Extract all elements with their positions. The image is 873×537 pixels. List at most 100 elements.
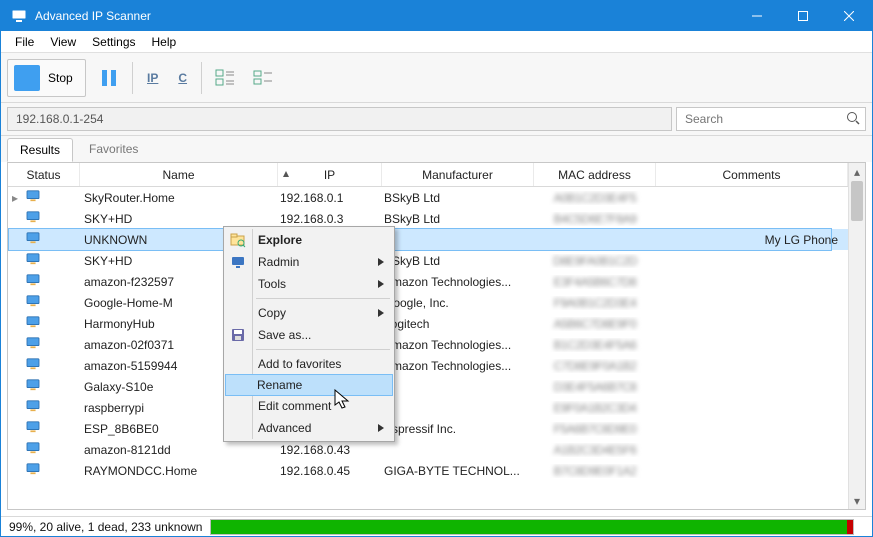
window-title: Advanced IP Scanner [35,9,734,23]
table-row[interactable]: amazon-02f0371192.168.0.16Amazon Technol… [8,334,848,355]
ctx-rename[interactable]: Rename [225,374,393,396]
col-mac[interactable]: MAC address [534,163,656,186]
cell-mac: E3F4A5B6C7D8 [534,275,656,289]
ctx-save-as[interactable]: Save as... [226,324,392,346]
menu-file[interactable]: File [7,33,42,51]
cell-manufacturer: BSkyB Ltd [382,212,534,226]
cell-name: SkyRouter.Home [80,191,278,205]
maximize-button[interactable] [780,1,826,31]
save-icon [230,327,246,343]
address-row [1,103,872,136]
table-row[interactable]: SKY+HD192.168.0.11BSkyB LtdD8E9FA0B1C2D [8,250,848,271]
cell-mac: D8E9FA0B1C2D [534,254,656,268]
status-bar: 99%, 20 alive, 1 dead, 233 unknown [1,516,872,536]
pause-button[interactable] [94,61,124,95]
device-icon [26,400,40,415]
toolbar: Stop IP C [1,53,872,103]
table-row[interactable]: ESP_8B6BE0192.168.0.42Espressif Inc.F5A6… [8,418,848,439]
minimize-button[interactable] [734,1,780,31]
search-input[interactable] [676,107,866,131]
scan-button-label: Stop [48,71,73,85]
cell-manufacturer: BSkyB Ltd [382,254,534,268]
scroll-down-icon[interactable]: ▾ [849,492,865,509]
ctx-tools[interactable]: Tools [226,273,392,295]
ctx-separator [256,298,390,299]
toolbar-separator [132,62,133,94]
ctx-copy[interactable]: Copy [226,302,392,324]
vertical-scrollbar[interactable]: ▴ ▾ [848,163,865,509]
folder-search-icon [230,232,246,248]
col-manufacturer[interactable]: Manufacturer [382,163,534,186]
results-panel: Status Name IP Manufacturer MAC address … [7,162,866,510]
col-comments[interactable]: Comments [656,163,848,186]
expand-all-button[interactable] [210,61,240,95]
device-icon [26,442,40,457]
menu-bar: File View Settings Help [1,31,872,53]
col-name[interactable]: Name [80,163,278,186]
close-button[interactable] [826,1,872,31]
cell-mac: E9F0A1B2C3D4 [534,401,656,415]
col-ip[interactable]: IP [278,163,382,186]
class-c-button[interactable]: C [173,61,193,95]
ctx-edit-comment[interactable]: Edit comment [226,395,392,417]
table-row[interactable]: Galaxy-S10e192.168.0.39D3E4F5A6B7C8 [8,376,848,397]
scrollbar-thumb[interactable] [851,181,863,221]
table-row[interactable]: UNKNOWN192.168.0.5My LG Phone [8,229,848,250]
table-row[interactable]: ▸SkyRouter.Home192.168.0.1BSkyB LtdA0B1C… [8,187,848,208]
cell-mac: D3E4F5A6B7C8 [534,380,656,394]
table-row[interactable]: raspberrypi192.168.0.41E9F0A1B2C3D4 [8,397,848,418]
expand-icon [215,69,235,87]
collapse-all-button[interactable] [248,61,278,95]
ctx-advanced[interactable]: Advanced [226,417,392,439]
device-icon [26,316,40,331]
menu-view[interactable]: View [42,33,84,51]
ctx-explore[interactable]: Explore [226,229,392,251]
cell-manufacturer: GIGA-BYTE TECHNOL... [382,464,534,478]
table-row[interactable]: amazon-5159944192.168.0.17Amazon Technol… [8,355,848,376]
table-row[interactable]: RAYMONDCC.Home192.168.0.45GIGA-BYTE TECH… [8,460,848,481]
menu-help[interactable]: Help [144,33,185,51]
device-icon [26,295,40,310]
device-icon [26,379,40,394]
table-row[interactable]: HarmonyHub192.168.0.15LogitechA5B6C7D8E9… [8,313,848,334]
search-icon [846,111,860,125]
device-icon [26,190,40,205]
ip-button[interactable]: IP [141,61,165,95]
menu-settings[interactable]: Settings [84,33,143,51]
scan-button[interactable]: Stop [7,59,86,97]
scroll-up-icon[interactable]: ▴ [849,163,865,180]
table-row[interactable]: amazon-8121dd192.168.0.43A1B2C3D4E5F6 [8,439,848,460]
radmin-icon [230,254,246,270]
cell-comments: My LG Phone [656,233,848,247]
submenu-arrow-icon [378,258,384,266]
submenu-arrow-icon [378,424,384,432]
col-status[interactable]: Status [8,163,80,186]
cell-manufacturer: Logitech [382,317,534,331]
device-icon [26,337,40,352]
table-row[interactable]: SKY+HD192.168.0.3BSkyB LtdB4C5D6E7F8A9 [8,208,848,229]
titlebar: Advanced IP Scanner [1,1,872,31]
cell-manufacturer: Google, Inc. [382,296,534,310]
tab-results[interactable]: Results [7,138,73,162]
device-icon [26,274,40,289]
tab-favorites[interactable]: Favorites [77,138,150,162]
cell-mac: B4C5D6E7F8A9 [534,212,656,226]
column-headers: Status Name IP Manufacturer MAC address … [8,163,848,187]
device-icon [26,211,40,226]
cell-manufacturer: Amazon Technologies... [382,338,534,352]
cell-mac: F9A0B1C2D3E4 [534,296,656,310]
cell-ip: 192.168.0.45 [278,464,382,478]
status-text: 99%, 20 alive, 1 dead, 233 unknown [1,520,206,534]
ctx-add-favorites[interactable]: Add to favorites [226,353,392,375]
stop-icon [14,65,40,91]
cell-ip: 192.168.0.3 [278,212,382,226]
cell-manufacturer: BSkyB Ltd [382,191,534,205]
table-row[interactable]: Google-Home-M192.168.0.13Google, Inc.F9A… [8,292,848,313]
ip-range-input[interactable] [7,107,672,131]
table-row[interactable]: amazon-f232597192.168.0.12Amazon Technol… [8,271,848,292]
cell-manufacturer: Amazon Technologies... [382,275,534,289]
cell-mac: A1B2C3D4E5F6 [534,443,656,457]
progress-fill [211,520,846,534]
ctx-radmin[interactable]: Radmin [226,251,392,273]
collapse-icon [253,69,273,87]
